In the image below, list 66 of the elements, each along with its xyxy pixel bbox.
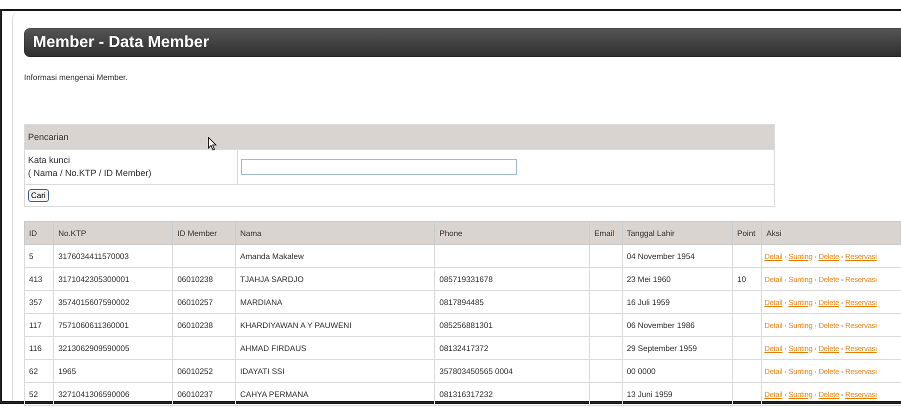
table-cell [590, 336, 622, 360]
column-header: ID [24, 222, 54, 244]
column-header: Tanggal Lahir [622, 222, 733, 244]
column-header: ID Member [172, 222, 236, 244]
table-cell: 1965 [54, 360, 173, 382]
table-cell: 06010252 [172, 360, 236, 382]
table-cell [590, 290, 622, 314]
column-header: No.KTP [54, 222, 173, 244]
table-cell: 3176034411570003 [54, 244, 173, 268]
table-cell: 117 [24, 314, 54, 336]
table-cell: MARDIANA [236, 290, 435, 314]
table-cell [590, 360, 622, 382]
table-cell: 413 [24, 268, 54, 290]
table-cell [590, 244, 622, 268]
table-cell: 081316317232 [434, 382, 590, 406]
column-header: Email [590, 222, 622, 244]
table-cell: 3171042305300001 [54, 268, 173, 290]
page-description: Informasi mengenai Member. [24, 73, 128, 82]
table-cell: 085719331678 [434, 268, 590, 290]
keyword-field[interactable] [241, 159, 517, 175]
table-cell: 10 [732, 268, 762, 290]
table-cell: 16 Juli 1959 [622, 290, 733, 314]
table-cell: Amanda Makalew [236, 244, 435, 268]
table-cell [590, 268, 622, 290]
column-header: Point [732, 222, 762, 244]
table-cell: 06010237 [172, 382, 236, 406]
table-cell: 08132417372 [434, 336, 590, 360]
table-cell: 29 September 1959 [622, 336, 733, 360]
table-cell: KHARDIYAWAN A Y PAUWENI [236, 314, 435, 336]
table-cell: 23 Mei 1960 [622, 268, 733, 290]
table-cell: 06010238 [172, 268, 236, 290]
search-button[interactable]: Cari [28, 189, 49, 202]
table-cell: 5 [24, 244, 54, 268]
table-cell: TJAHJA SARDJO [236, 268, 435, 290]
page-title: Member - Data Member [33, 34, 210, 52]
column-header: Aksi [762, 222, 900, 244]
table-cell: IDAYATI SSI [236, 360, 435, 382]
table-cell: 04 November 1954 [622, 244, 733, 268]
table-cell: 0817894485 [434, 290, 590, 314]
column-header: Phone [434, 222, 590, 244]
search-header: Pencarian [24, 124, 774, 150]
table-cell: 3574015607590002 [54, 290, 173, 314]
table-cell: AHMAD FIRDAUS [236, 336, 435, 360]
table-cell: 06 November 1986 [622, 314, 733, 336]
table-cell: 085256881301 [434, 314, 590, 336]
table-cell: 00 0000 [622, 360, 733, 382]
table-cell: 06010238 [172, 314, 236, 336]
table-cell: 52 [24, 382, 54, 406]
table-cell [172, 336, 236, 360]
table-cell [172, 244, 236, 268]
table-cell [590, 314, 622, 336]
table-cell: CAHYA PERMANA [236, 382, 435, 406]
table-cell: 13 Juni 1959 [622, 382, 733, 406]
table-cell: 357 [24, 290, 54, 314]
keyword-hint: ( Nama / No.KTP / ID Member) [28, 167, 152, 180]
table-cell: 357803450565 0004 [434, 360, 590, 382]
table-cell: 06010257 [172, 290, 236, 314]
table-cell [590, 382, 622, 406]
cursor-icon [208, 137, 217, 151]
column-header: Nama [236, 222, 435, 244]
table-cell: 116 [24, 336, 54, 360]
table-cell: 3271041306590006 [54, 382, 173, 406]
keyword-label: Kata kunci [28, 154, 72, 167]
table-cell: 62 [24, 360, 54, 382]
table-cell: 3213062909590005 [54, 336, 173, 360]
table-cell: 7571060611360001 [54, 314, 173, 336]
